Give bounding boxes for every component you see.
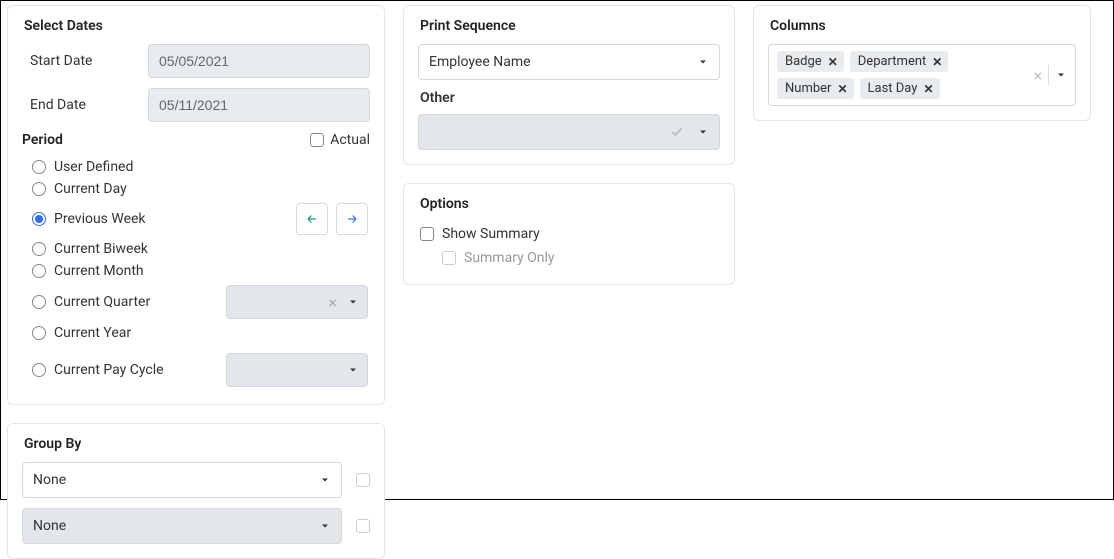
period-radio-user-defined[interactable] <box>32 160 46 174</box>
show-summary-checkbox[interactable] <box>420 227 434 241</box>
arrow-left-icon <box>305 212 319 226</box>
chevron-down-icon <box>697 56 709 68</box>
period-radio-list: User Defined Current Day Previous Week <box>22 156 370 390</box>
period-label-current-day: Current Day <box>54 181 127 197</box>
chip-remove-icon[interactable]: ✕ <box>837 82 847 96</box>
summary-only-checkbox <box>442 251 456 265</box>
panel-print-sequence: Print Sequence Employee Name Other <box>403 5 735 165</box>
period-radio-current-month[interactable] <box>32 264 46 278</box>
group-by-primary-value: None <box>33 472 66 488</box>
pay-cycle-select[interactable] <box>226 353 368 387</box>
print-sequence-value: Employee Name <box>429 54 531 70</box>
check-icon <box>669 124 685 140</box>
period-radio-current-biweek[interactable] <box>32 242 46 256</box>
chevron-down-icon <box>319 520 331 532</box>
chip-remove-icon[interactable]: ✕ <box>932 55 942 69</box>
period-radio-current-quarter[interactable] <box>32 295 46 309</box>
show-summary-label: Show Summary <box>442 226 540 242</box>
end-date-row: End Date <box>22 88 370 122</box>
options-title: Options <box>420 196 720 212</box>
chevron-down-icon <box>697 126 709 138</box>
period-title: Period <box>22 132 63 148</box>
quarter-clear-icon[interactable]: × <box>328 293 337 312</box>
columns-title: Columns <box>770 18 1076 34</box>
other-select[interactable] <box>418 114 720 150</box>
panel-options: Options Show Summary Summary Only <box>403 183 735 285</box>
period-radio-previous-week[interactable] <box>32 212 46 226</box>
chip-label: Badge <box>785 54 822 69</box>
period-radio-current-day[interactable] <box>32 182 46 196</box>
panel-select-dates-period: Select Dates Start Date End Date Period … <box>7 5 385 405</box>
chip-remove-icon[interactable]: ✕ <box>828 55 838 69</box>
column-chip: Badge ✕ <box>777 51 844 72</box>
period-label-previous-week: Previous Week <box>54 211 146 227</box>
panel-columns: Columns Badge ✕ Department ✕ Number <box>753 5 1091 121</box>
period-radio-current-year[interactable] <box>32 326 46 340</box>
group-by-primary-check[interactable] <box>356 473 370 487</box>
period-label-user-defined: User Defined <box>54 159 133 175</box>
end-date-label: End Date <box>22 97 130 113</box>
chevron-down-icon <box>347 364 359 376</box>
group-by-secondary-value: None <box>33 518 66 534</box>
start-date-label: Start Date <box>22 53 130 69</box>
period-radio-current-pay-cycle[interactable] <box>32 363 46 377</box>
chevron-down-icon <box>1055 69 1067 81</box>
columns-multiselect[interactable]: Badge ✕ Department ✕ Number ✕ Last Day <box>768 44 1076 106</box>
chip-label: Number <box>785 81 831 96</box>
quarter-select[interactable]: × <box>226 285 368 319</box>
actual-checkbox[interactable] <box>310 133 324 147</box>
period-label-current-biweek: Current Biweek <box>54 241 148 257</box>
print-sequence-select[interactable]: Employee Name <box>418 44 720 80</box>
summary-only-label: Summary Only <box>464 250 555 266</box>
arrow-right-icon <box>345 212 359 226</box>
panel-group-by: Group By None None <box>7 423 385 559</box>
actual-label: Actual <box>330 132 370 148</box>
group-by-primary-select[interactable]: None <box>22 462 342 498</box>
other-title: Other <box>420 90 720 106</box>
start-date-row: Start Date <box>22 44 370 78</box>
group-by-secondary-check[interactable] <box>356 519 370 533</box>
chevron-down-icon <box>347 296 359 308</box>
column-chip: Last Day ✕ <box>860 78 940 99</box>
separator <box>1048 65 1049 85</box>
columns-chips: Badge ✕ Department ✕ Number ✕ Last Day <box>777 51 1025 99</box>
select-dates-title: Select Dates <box>24 18 370 34</box>
period-label-current-pay-cycle: Current Pay Cycle <box>54 362 164 378</box>
period-label-current-year: Current Year <box>54 325 131 341</box>
group-by-secondary-select[interactable]: None <box>22 508 342 544</box>
period-next-button[interactable] <box>336 203 368 235</box>
column-chip: Number ✕ <box>777 78 854 99</box>
chevron-down-icon <box>319 474 331 486</box>
group-by-title: Group By <box>24 436 370 452</box>
chip-label: Last Day <box>868 81 918 96</box>
columns-clear-all[interactable]: × <box>1033 66 1042 85</box>
start-date-input[interactable] <box>148 44 370 78</box>
column-chip: Department ✕ <box>850 51 949 72</box>
chip-label: Department <box>858 54 927 69</box>
chip-remove-icon[interactable]: ✕ <box>923 82 933 96</box>
end-date-input[interactable] <box>148 88 370 122</box>
period-label-current-month: Current Month <box>54 263 144 279</box>
period-label-current-quarter: Current Quarter <box>54 294 150 310</box>
period-prev-button[interactable] <box>296 203 328 235</box>
print-sequence-title: Print Sequence <box>420 18 720 34</box>
